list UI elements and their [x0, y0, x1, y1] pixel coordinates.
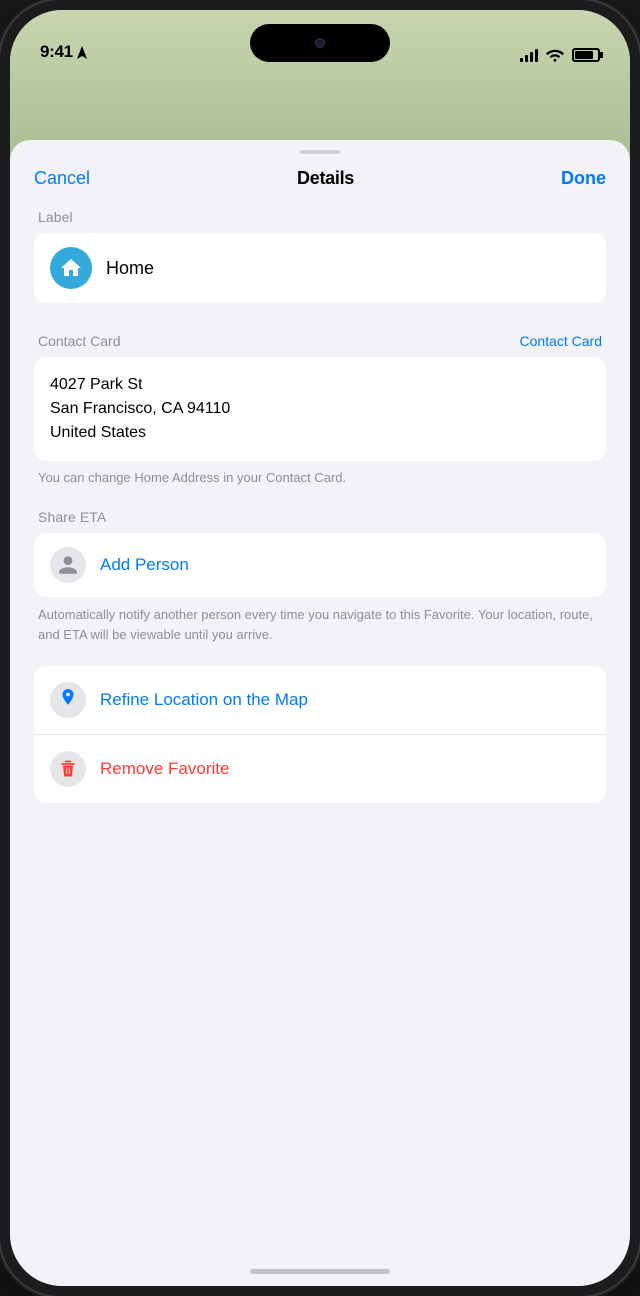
refine-location-label: Refine Location on the Map [100, 690, 308, 710]
remove-favorite-icon-circle [50, 751, 86, 787]
battery-icon [572, 48, 600, 62]
person-icon-circle [50, 547, 86, 583]
remove-favorite-label: Remove Favorite [100, 759, 229, 779]
label-row: Home [34, 233, 606, 303]
actions-card: Refine Location on the Map Rem [34, 666, 606, 803]
camera-dot [315, 38, 325, 48]
add-person-row[interactable]: Add Person [34, 533, 606, 597]
trash-icon [58, 759, 78, 779]
done-button[interactable]: Done [561, 168, 606, 189]
map-pin-icon [58, 689, 78, 711]
home-icon [59, 256, 83, 280]
screen: 9:41 [10, 10, 630, 1286]
sheet-content: Label Home Contact Card [10, 199, 630, 843]
signal-bars-icon [520, 48, 538, 62]
address-hint: You can change Home Address in your Cont… [38, 469, 606, 487]
page-title: Details [297, 168, 354, 189]
person-icon [57, 554, 79, 576]
status-time: 9:41 [40, 42, 87, 62]
address-card: 4027 Park St San Francisco, CA 94110 Uni… [34, 357, 606, 461]
label-value: Home [106, 258, 154, 279]
share-eta-title: Share ETA [38, 509, 606, 525]
wifi-icon [546, 48, 564, 62]
contact-section-title: Contact Card [38, 333, 120, 349]
remove-favorite-row[interactable]: Remove Favorite [34, 734, 606, 803]
address-text: 4027 Park St San Francisco, CA 94110 Uni… [50, 373, 590, 445]
address-line3: United States [50, 424, 146, 441]
status-icons [520, 48, 600, 62]
share-eta-card: Add Person [34, 533, 606, 597]
location-arrow-icon [77, 46, 87, 59]
gap-2 [34, 487, 606, 509]
home-icon-circle [50, 247, 92, 289]
refine-location-row[interactable]: Refine Location on the Map [34, 666, 606, 734]
contact-section-header: Contact Card Contact Card [34, 333, 606, 349]
home-indicator [250, 1269, 390, 1274]
address-line2: San Francisco, CA 94110 [50, 400, 230, 417]
phone-frame: 9:41 [0, 0, 640, 1296]
time-display: 9:41 [40, 42, 73, 62]
address-line1: 4027 Park St [50, 376, 143, 393]
cancel-button[interactable]: Cancel [34, 168, 90, 189]
contact-card-link[interactable]: Contact Card [520, 333, 602, 349]
details-sheet: Cancel Details Done Label Home [10, 140, 630, 1286]
label-section-title: Label [38, 209, 606, 225]
dynamic-island [250, 24, 390, 62]
gap-1 [34, 311, 606, 333]
refine-location-icon-circle [50, 682, 86, 718]
label-card: Home [34, 233, 606, 303]
nav-bar: Cancel Details Done [10, 154, 630, 199]
eta-hint: Automatically notify another person ever… [38, 605, 606, 644]
add-person-label: Add Person [100, 555, 189, 575]
